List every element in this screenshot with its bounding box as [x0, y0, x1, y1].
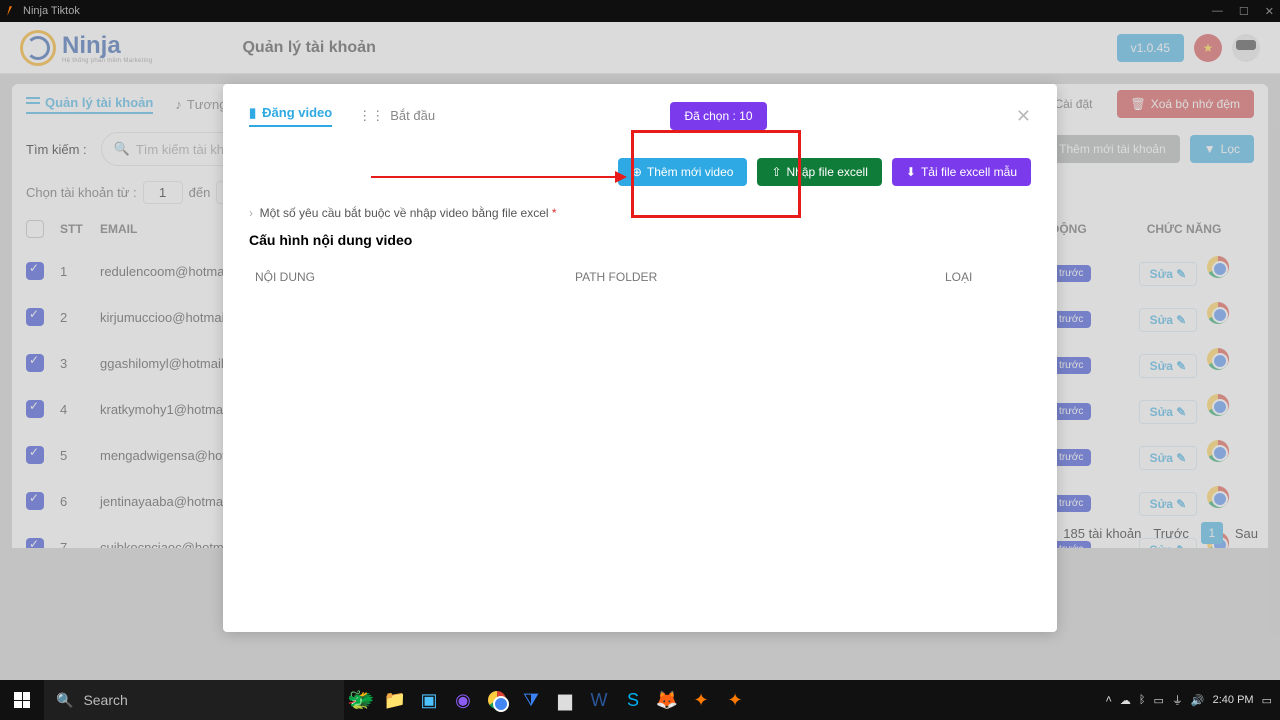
- firefox-icon[interactable]: ◉: [446, 680, 480, 720]
- minimize-icon[interactable]: —: [1212, 5, 1223, 18]
- word-icon[interactable]: W: [582, 680, 616, 720]
- modal-tab-upload[interactable]: ▮Đăng video: [249, 105, 332, 127]
- search-icon: 🔍: [56, 692, 73, 709]
- terminal-icon[interactable]: ▆: [548, 680, 582, 720]
- bluetooth-icon[interactable]: ᛒ: [1139, 694, 1146, 706]
- selected-count-chip: Đã chọn : 10: [670, 102, 766, 130]
- taskbar-search[interactable]: 🔍Search: [44, 680, 344, 720]
- pinned-app-1[interactable]: 🐲: [344, 680, 378, 720]
- plus-circle-icon: ⊕: [632, 165, 642, 179]
- play-icon: ⋮⋮: [358, 108, 384, 124]
- modal-tab-start[interactable]: ⋮⋮Bắt đầu: [358, 108, 435, 124]
- download-template-button[interactable]: ⬇Tải file excell mẫu: [892, 158, 1031, 186]
- app-icon: [6, 5, 18, 17]
- notifications-icon[interactable]: ▭: [1262, 694, 1272, 707]
- modal-columns: NỘI DUNG PATH FOLDER LOẠI: [249, 262, 1031, 292]
- import-excel-button[interactable]: ⇧Nhập file excell: [757, 158, 881, 186]
- clock[interactable]: 2:40 PM: [1213, 694, 1254, 706]
- close-icon[interactable]: ✕: [1265, 5, 1274, 18]
- start-button[interactable]: [0, 680, 44, 720]
- explorer-icon[interactable]: 📁: [378, 680, 412, 720]
- windows-icon: [14, 692, 30, 708]
- battery-icon[interactable]: ▭: [1154, 694, 1164, 707]
- chevron-right-icon: ›: [249, 206, 253, 220]
- brave-icon[interactable]: 🦊: [650, 680, 684, 720]
- mcol-type: LOẠI: [945, 270, 1025, 284]
- add-video-button[interactable]: ⊕Thêm mới video: [618, 158, 748, 186]
- task-pinned: 🐲 📁 ▣ ◉ ⧩ ▆ W S 🦊 ✦ ✦: [344, 680, 752, 720]
- import-icon: ⇧: [771, 165, 781, 179]
- cloud-icon[interactable]: ☁: [1120, 694, 1131, 707]
- wifi-icon[interactable]: ⏚: [1172, 692, 1183, 708]
- maximize-icon[interactable]: ☐: [1239, 5, 1249, 18]
- chevron-up-icon[interactable]: ˄: [1105, 694, 1111, 706]
- skype-icon[interactable]: S: [616, 680, 650, 720]
- mcol-content: NỘI DUNG: [255, 270, 575, 284]
- app-icon-2[interactable]: ✦: [684, 680, 718, 720]
- video-modal: ▮Đăng video ⋮⋮Bắt đầu Đã chọn : 10 ✕ ⊕Th…: [223, 84, 1057, 632]
- download-icon: ⬇: [906, 165, 916, 179]
- app-icon-3[interactable]: ✦: [718, 680, 752, 720]
- modal-close-icon[interactable]: ✕: [1016, 107, 1031, 125]
- window-titlebar: Ninja Tiktok — ☐ ✕: [0, 0, 1280, 22]
- file-icon: ▮: [249, 105, 256, 121]
- volume-icon[interactable]: 🔊: [1191, 694, 1205, 707]
- import-requirement-note[interactable]: › Một số yêu cầu bắt buộc về nhập video …: [249, 206, 1031, 220]
- windows-taskbar: 🔍Search 🐲 📁 ▣ ◉ ⧩ ▆ W S 🦊 ✦ ✦ ˄ ☁ ᛒ ▭ ⏚ …: [0, 680, 1280, 720]
- system-tray[interactable]: ˄ ☁ ᛒ ▭ ⏚ 🔊 2:40 PM ▭: [1105, 692, 1280, 708]
- section-title: Cấu hình nội dung video: [249, 232, 1031, 248]
- chrome-icon[interactable]: [480, 680, 514, 720]
- window-title: Ninja Tiktok: [23, 5, 80, 17]
- mcol-path: PATH FOLDER: [575, 270, 945, 284]
- store-icon[interactable]: ▣: [412, 680, 446, 720]
- vscode-icon[interactable]: ⧩: [514, 680, 548, 720]
